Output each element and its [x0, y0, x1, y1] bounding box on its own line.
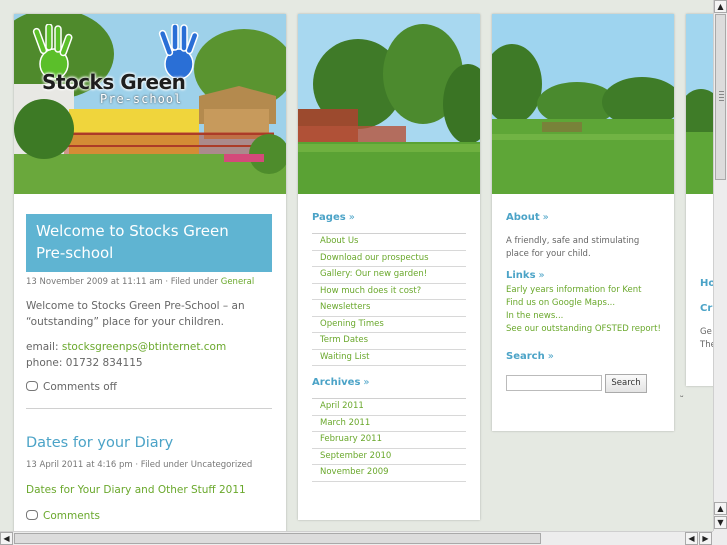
- archive-link[interactable]: March 2011: [312, 416, 466, 432]
- horizontal-scroll-thumb[interactable]: [14, 533, 541, 544]
- archives-list: April 2011 March 2011 February 2011 Sept…: [312, 398, 466, 482]
- archive-link[interactable]: November 2009: [312, 465, 466, 482]
- logo-tagline: Pre-school: [100, 92, 183, 106]
- archive-link[interactable]: September 2010: [312, 449, 466, 465]
- page-link-term-dates[interactable]: Term Dates: [312, 333, 466, 350]
- links-list: Early years information for Kent Find us…: [506, 284, 666, 336]
- partial-photo: [686, 14, 716, 194]
- post-title-welcome[interactable]: Welcome to Stocks Green Pre-school: [26, 214, 272, 270]
- comment-icon: [26, 381, 38, 391]
- page-link-about[interactable]: About Us: [312, 234, 466, 251]
- email-link[interactable]: stocksgreenps@btinternet.com: [62, 341, 226, 353]
- about-panel: About» A friendly, safe and stimulating …: [492, 14, 674, 431]
- logo-wordmark: Stocks Green: [42, 70, 186, 94]
- post-intro: Welcome to Stocks Green Pre-School – an …: [26, 300, 245, 328]
- pages-list: About Us Download our prospectus Gallery…: [312, 233, 466, 366]
- scroll-left-button[interactable]: ◀: [0, 532, 13, 545]
- posts-panel: Stocks Green Pre-school Welcome to Stock…: [14, 14, 286, 545]
- page-link-cost[interactable]: How much does it cost?: [312, 284, 466, 300]
- search-heading: Search»: [506, 351, 554, 362]
- search-input[interactable]: [506, 375, 602, 391]
- page-link-opening-times[interactable]: Opening Times: [312, 317, 466, 333]
- site-logo[interactable]: Stocks Green Pre-school: [24, 24, 249, 106]
- about-heading: About»: [506, 212, 549, 223]
- garden-photo: [298, 14, 480, 194]
- phone-number: phone: 01732 834115: [26, 356, 143, 369]
- playing-field-photo: [492, 14, 674, 194]
- scroll-corner: [713, 531, 727, 545]
- partial-text-1: Ge: [700, 327, 712, 337]
- scroll-left-button-right[interactable]: ◀: [685, 532, 698, 545]
- links-heading: Links»: [506, 270, 545, 281]
- pages-heading: Pages»: [312, 212, 355, 223]
- post-date: 13 November 2009 at 11:11 am · Filed und…: [26, 277, 221, 287]
- partial-panel: Ho Cr Ge The: [686, 14, 716, 386]
- diary-link[interactable]: Dates for Your Diary and Other Stuff 201…: [26, 484, 246, 496]
- post-contact: email: stocksgreenps@btinternet.com phon…: [26, 340, 271, 371]
- post2-meta: 13 April 2011 at 4:16 pm · Filed under U…: [26, 460, 253, 470]
- comments-off: Comments off: [26, 381, 117, 393]
- smiley-icon: ᵕ: [680, 393, 684, 403]
- comments-link[interactable]: Comments: [26, 510, 100, 522]
- archive-link[interactable]: February 2011: [312, 432, 466, 449]
- page-link-newsletters[interactable]: Newsletters: [312, 300, 466, 317]
- scroll-up-button[interactable]: ▲: [714, 0, 727, 13]
- page-link-gallery[interactable]: Gallery: Our new garden!: [312, 267, 466, 284]
- comment-icon: [26, 510, 38, 520]
- search-button[interactable]: Search: [605, 374, 647, 393]
- post-meta: 13 November 2009 at 11:11 am · Filed und…: [26, 277, 254, 287]
- archives-heading: Archives»: [312, 377, 370, 388]
- pages-panel: Pages» About Us Download our prospectus …: [298, 14, 480, 520]
- page-link-prospectus[interactable]: Download our prospectus: [312, 251, 466, 267]
- scroll-up-button-lower[interactable]: ▲: [714, 502, 727, 515]
- header-photo: Stocks Green Pre-school: [14, 14, 286, 194]
- email-label: email:: [26, 341, 62, 353]
- vertical-scroll-thumb[interactable]: [715, 14, 726, 180]
- post-title-box: Welcome to Stocks Green Pre-school: [26, 214, 272, 272]
- vertical-scrollbar[interactable]: ▲ ▲ ▼: [713, 0, 727, 531]
- archive-link[interactable]: April 2011: [312, 399, 466, 416]
- about-text: A friendly, safe and stimulating place f…: [506, 236, 640, 259]
- post-divider: [26, 408, 272, 409]
- partial-title[interactable]: Cr: [700, 303, 712, 314]
- post-title-dates[interactable]: Dates for your Diary: [26, 435, 173, 451]
- scroll-right-button[interactable]: ▶: [699, 532, 712, 545]
- category-link-general[interactable]: General: [221, 277, 255, 287]
- page-link-waiting-list[interactable]: Waiting List: [312, 350, 466, 366]
- link-in-the-news[interactable]: In the news...: [506, 310, 666, 323]
- link-early-years[interactable]: Early years information for Kent: [506, 284, 666, 297]
- link-google-maps[interactable]: Find us on Google Maps...: [506, 297, 666, 310]
- link-ofsted-report[interactable]: See our outstanding OFSTED report!: [506, 323, 666, 336]
- comments-link-label[interactable]: Comments: [43, 510, 100, 522]
- scroll-down-button[interactable]: ▼: [714, 516, 727, 529]
- comments-off-label: Comments off: [43, 381, 117, 393]
- horizontal-scrollbar[interactable]: ◀ ◀ ▶: [0, 531, 713, 545]
